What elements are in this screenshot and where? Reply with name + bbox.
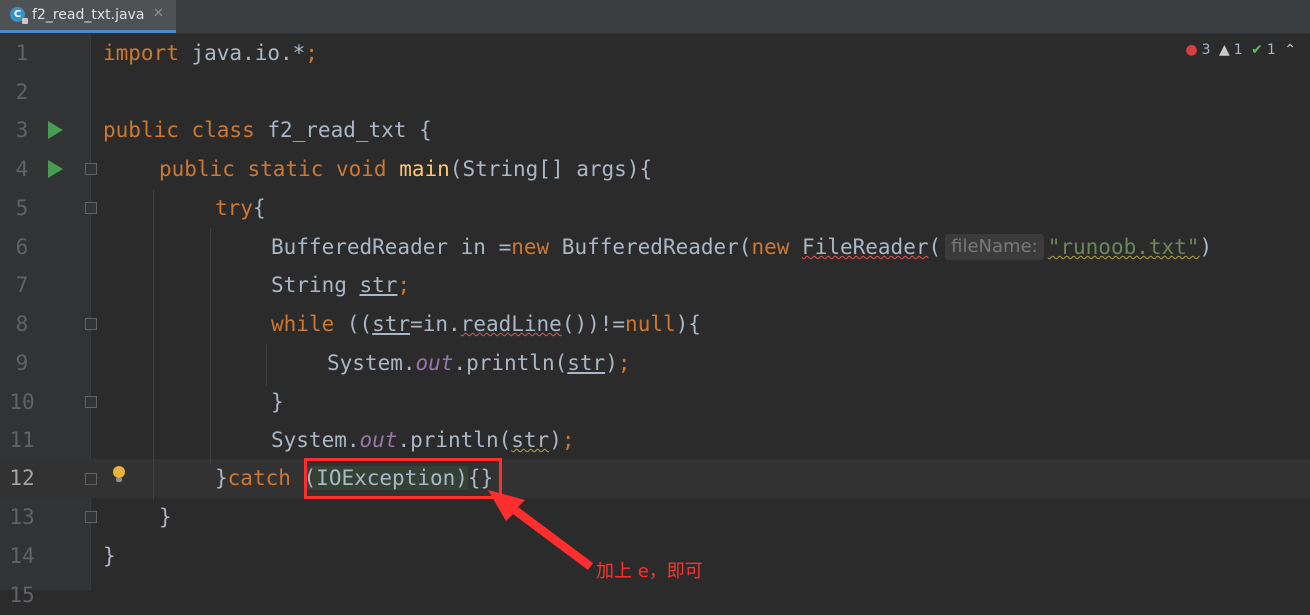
annotation-arrow	[488, 490, 593, 570]
annotation-text: 加上 e，即可	[596, 561, 703, 582]
